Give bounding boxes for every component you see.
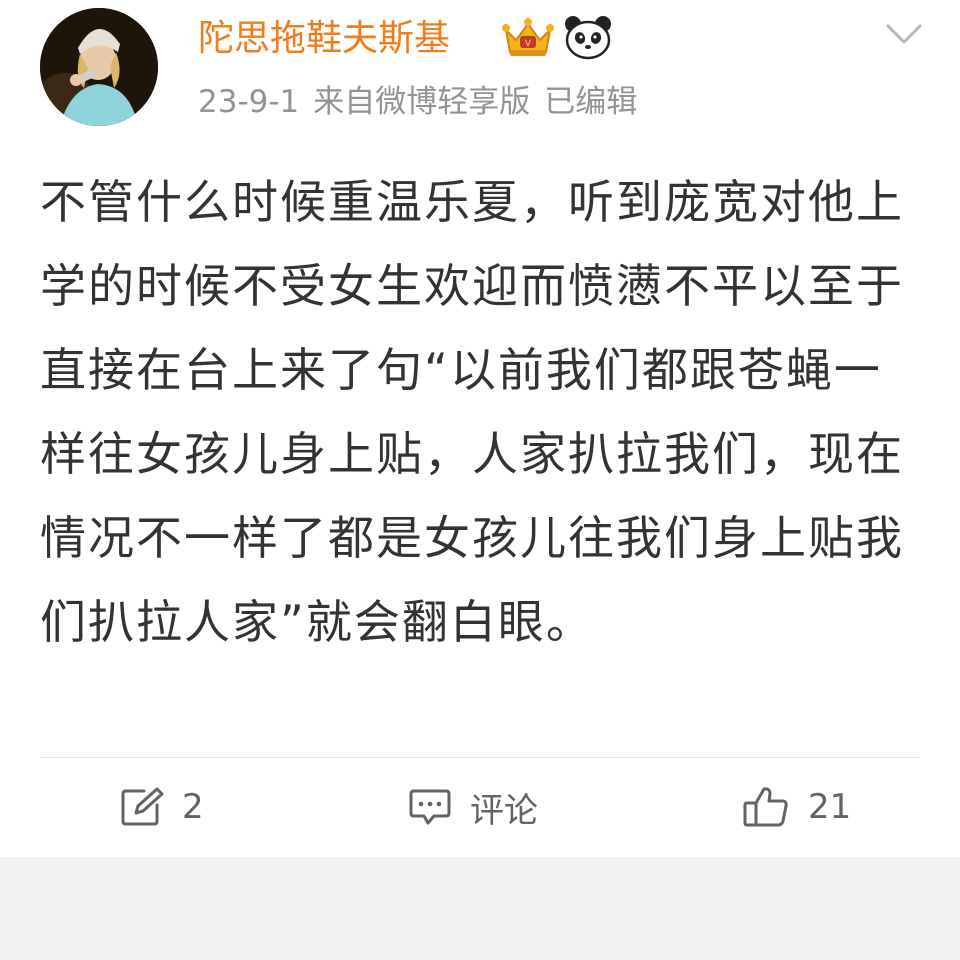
like-button[interactable]: 21 bbox=[742, 780, 851, 834]
comment-icon bbox=[409, 789, 451, 825]
comment-label: 评论 bbox=[470, 790, 538, 831]
username[interactable]: 陀思拖鞋夫斯基 bbox=[198, 14, 450, 64]
post-content: 不管什么时候重温乐夏，听到庞宽对他上学的时候不受女生欢迎而愤懑不平以至于直接在台… bbox=[40, 175, 904, 649]
edited-label[interactable]: 已编辑 bbox=[544, 84, 637, 120]
like-count: 21 bbox=[808, 787, 852, 827]
panda-badge-icon[interactable] bbox=[564, 14, 612, 60]
repost-icon bbox=[121, 787, 164, 826]
post-source[interactable]: 来自微博轻享版 bbox=[313, 84, 530, 120]
crown-badge-icon[interactable]: V bbox=[500, 16, 556, 60]
avatar-photo bbox=[40, 8, 158, 126]
thumbs-up-icon bbox=[743, 787, 788, 827]
repost-count: 2 bbox=[182, 787, 204, 827]
chevron-down-icon[interactable] bbox=[884, 18, 924, 48]
post-card: 陀思拖鞋夫斯基 V 23-9-1 来自微博轻享版 已编辑 不管什么时候重温乐夏，听到… bbox=[0, 0, 960, 857]
avatar[interactable] bbox=[40, 8, 158, 126]
post-date: 23-9-1 bbox=[198, 84, 300, 120]
divider bbox=[40, 757, 920, 758]
post-meta: 23-9-1 来自微博轻享版 已编辑 bbox=[198, 80, 651, 124]
repost-button[interactable]: 2 bbox=[120, 780, 204, 834]
comment-button[interactable]: 评论 bbox=[408, 780, 538, 834]
svg-text:V: V bbox=[525, 39, 532, 49]
